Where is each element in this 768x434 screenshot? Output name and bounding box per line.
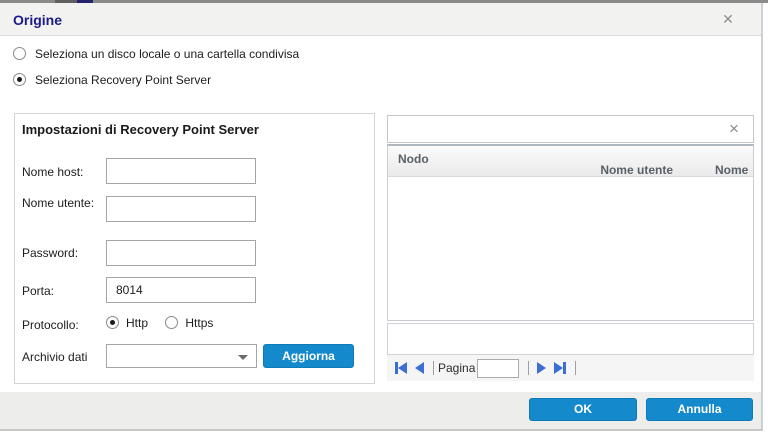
username-label: Nome utente: bbox=[22, 196, 95, 210]
radio-https-icon[interactable] bbox=[165, 316, 179, 330]
protocol-options: Http Https bbox=[106, 315, 213, 330]
radio-recovery-point-server[interactable]: Seleziona Recovery Point Server bbox=[13, 72, 211, 87]
password-input[interactable] bbox=[106, 240, 256, 266]
password-label: Password: bbox=[22, 246, 79, 260]
dialog-titlebar bbox=[0, 3, 761, 36]
first-page-icon[interactable] bbox=[395, 361, 407, 375]
origine-dialog-screen: Origine ✕ Seleziona un disco locale o un… bbox=[0, 0, 768, 434]
page-number-input[interactable] bbox=[477, 358, 520, 378]
origine-dialog: Origine ✕ Seleziona un disco locale o un… bbox=[0, 3, 763, 431]
ok-button[interactable]: OK bbox=[529, 398, 637, 421]
radio-button-selected-icon[interactable] bbox=[13, 73, 26, 87]
port-input[interactable] bbox=[106, 277, 256, 303]
protocol-label: Protocollo: bbox=[22, 318, 79, 332]
column-header-nodo[interactable]: Nodo bbox=[398, 152, 429, 166]
dialog-title: Origine bbox=[13, 12, 63, 28]
hostname-label: Nome host: bbox=[22, 165, 84, 179]
datastore-select[interactable] bbox=[106, 344, 257, 368]
username-input[interactable] bbox=[106, 196, 256, 222]
cancel-button[interactable]: Annulla bbox=[646, 398, 753, 421]
clear-filter-icon[interactable]: × bbox=[724, 119, 744, 139]
column-header-nome-utente[interactable]: Nome utente bbox=[598, 163, 673, 176]
radio-http-label[interactable]: Http bbox=[126, 316, 148, 330]
radio-local-disk-label: Seleziona un disco locale o una cartella… bbox=[35, 46, 300, 61]
node-filter-toolbar bbox=[387, 115, 754, 143]
node-table-footer-strip bbox=[387, 323, 754, 355]
radio-https-label[interactable]: Https bbox=[185, 316, 213, 330]
last-page-icon[interactable] bbox=[554, 361, 567, 375]
pager-divider bbox=[528, 361, 530, 375]
refresh-button[interactable]: Aggiorna bbox=[263, 344, 354, 368]
chevron-down-icon bbox=[238, 355, 248, 360]
radio-local-disk[interactable]: Seleziona un disco locale o una cartella… bbox=[13, 46, 299, 61]
column-header-nome[interactable]: Nome bbox=[715, 163, 748, 176]
close-icon[interactable]: ✕ bbox=[718, 9, 738, 29]
datastore-label: Archivio dati bbox=[22, 350, 88, 364]
rps-settings-title: Impostazioni di Recovery Point Server bbox=[22, 122, 259, 137]
next-page-icon[interactable] bbox=[537, 361, 547, 375]
radio-button-icon[interactable] bbox=[13, 47, 26, 61]
previous-page-icon[interactable] bbox=[415, 361, 424, 375]
pager-divider bbox=[433, 361, 434, 375]
node-table-header: Nodo Nome utente Nome bbox=[387, 144, 754, 177]
port-label: Porta: bbox=[22, 284, 55, 298]
pager-divider bbox=[575, 361, 577, 375]
radio-http-icon[interactable] bbox=[106, 316, 119, 330]
radio-rps-label: Seleziona Recovery Point Server bbox=[35, 72, 212, 87]
node-table-body bbox=[387, 177, 754, 321]
hostname-input[interactable] bbox=[106, 158, 256, 184]
page-label: Pagina bbox=[438, 361, 476, 375]
pagination-bar: Pagina bbox=[387, 355, 754, 381]
